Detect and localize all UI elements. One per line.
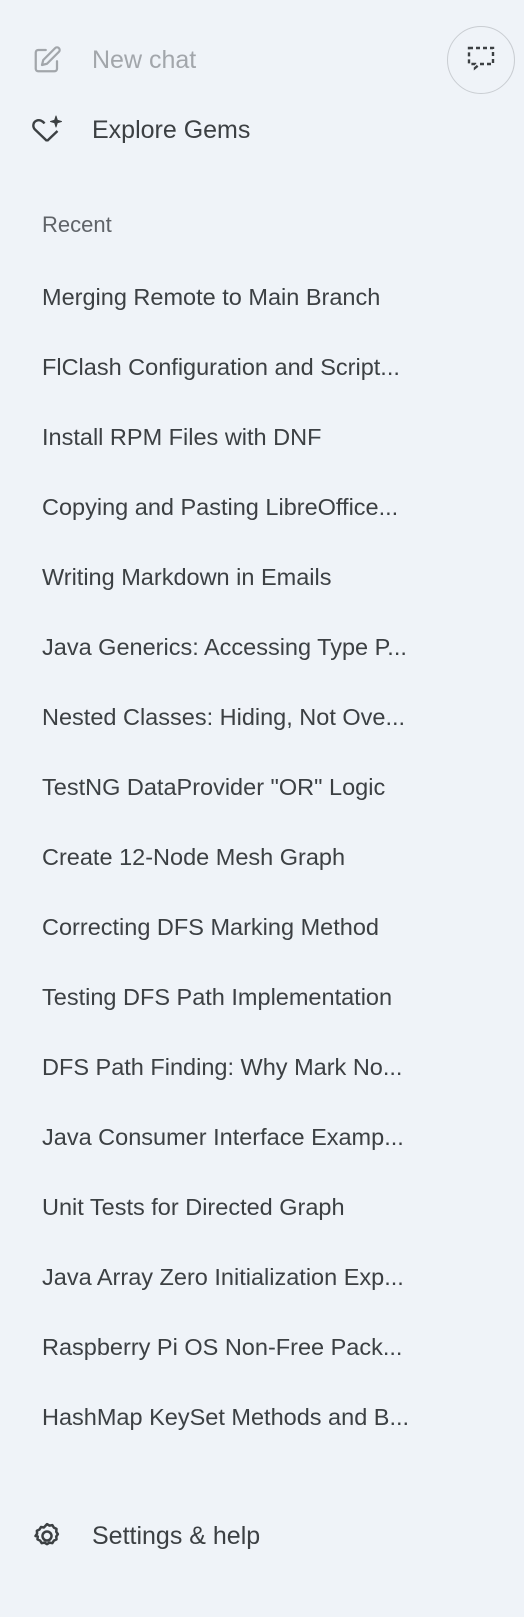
recent-chat-title: DFS Path Finding: Why Mark No... [42,1053,403,1080]
recent-heading: Recent [42,212,112,237]
chat-window-toggle-icon [466,45,496,76]
recent-chat-item[interactable]: Unit Tests for Directed Graph [0,1172,524,1242]
recent-chat-item[interactable]: HashMap KeySet Methods and B... [0,1382,524,1452]
recent-chat-item[interactable]: Java Array Zero Initialization Exp... [0,1242,524,1312]
recent-chat-item[interactable]: DFS Path Finding: Why Mark No... [0,1032,524,1102]
recent-chat-item[interactable]: Java Generics: Accessing Type P... [0,612,524,682]
recent-chat-title: Testing DFS Path Implementation [42,983,393,1010]
recent-chat-title: TestNG DataProvider "OR" Logic [42,773,386,800]
recent-chat-title: Java Generics: Accessing Type P... [42,633,407,660]
recent-chat-title: Raspberry Pi OS Non-Free Pack... [42,1333,403,1360]
recent-chat-title: Unit Tests for Directed Graph [42,1193,345,1220]
sidebar: New chat Explore Gems Recent Merging Rem… [0,0,524,1617]
recent-chat-item[interactable]: Java Consumer Interface Examp... [0,1102,524,1172]
settings-help-label: Settings & help [92,1521,261,1550]
edit-icon [30,43,64,77]
recent-chat-item[interactable]: Raspberry Pi OS Non-Free Pack... [0,1312,524,1382]
recent-chat-title: HashMap KeySet Methods and B... [42,1403,410,1430]
recent-chat-title: Correcting DFS Marking Method [42,913,379,940]
explore-gems-button[interactable]: Explore Gems [30,102,250,158]
recent-chat-title: Merging Remote to Main Branch [42,283,381,310]
gem-icon [30,113,64,147]
recent-chat-item[interactable]: Copying and Pasting LibreOffice... [0,472,524,542]
recent-chat-title: FlClash Configuration and Script... [42,353,400,380]
recent-chat-item[interactable]: FlClash Configuration and Script... [0,332,524,402]
recent-chat-title: Nested Classes: Hiding, Not Ove... [42,703,406,730]
recent-chat-item[interactable]: Install RPM Files with DNF [0,402,524,472]
recent-chat-item[interactable]: Create 12-Node Mesh Graph [0,822,524,892]
chat-window-toggle-button[interactable] [447,26,515,94]
recent-chat-title: Copying and Pasting LibreOffice... [42,493,399,520]
new-chat-button[interactable]: New chat [30,32,196,88]
recent-chat-title: Java Consumer Interface Examp... [42,1123,404,1150]
recent-chat-title: Java Array Zero Initialization Exp... [42,1263,404,1290]
recent-chat-item[interactable]: Correcting DFS Marking Method [0,892,524,962]
recent-chat-title: Writing Markdown in Emails [42,563,332,590]
recent-chat-item[interactable]: Nested Classes: Hiding, Not Ove... [0,682,524,752]
recent-chat-title: Install RPM Files with DNF [42,423,322,450]
recent-chat-list: Merging Remote to Main Branch FlClash Co… [0,262,524,1452]
recent-chat-item[interactable]: Merging Remote to Main Branch [0,262,524,332]
recent-chat-item[interactable]: Writing Markdown in Emails [0,542,524,612]
gear-icon [30,1519,64,1553]
recent-chat-item[interactable]: TestNG DataProvider "OR" Logic [0,752,524,822]
recent-chat-title: Create 12-Node Mesh Graph [42,843,346,870]
recent-chat-item[interactable]: Testing DFS Path Implementation [0,962,524,1032]
explore-gems-label: Explore Gems [92,115,251,144]
settings-help-button[interactable]: Settings & help [30,1508,260,1564]
new-chat-label: New chat [92,45,197,74]
